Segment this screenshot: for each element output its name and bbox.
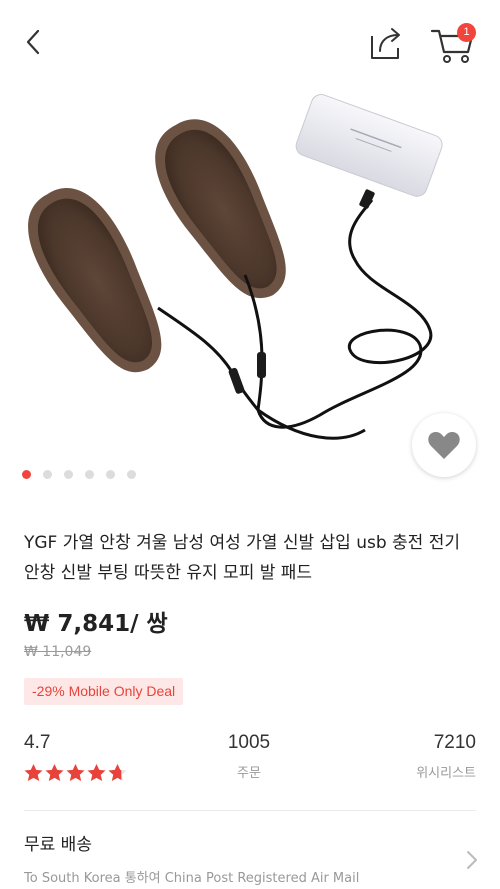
- star-half-icon: [108, 764, 127, 782]
- star-icon: [24, 764, 43, 782]
- shipping-detail: To South Korea 통하여 China Post Registered…: [24, 871, 360, 886]
- pagination-dot-5[interactable]: [106, 470, 115, 479]
- rating-section[interactable]: 4.7: [24, 732, 127, 782]
- product-title: YGF 가열 안창 겨울 남성 여성 가열 신발 삽입 usb 충전 전기 안창…: [24, 533, 460, 583]
- deal-badge: -29% Mobile Only Deal: [24, 678, 184, 705]
- rating-value: 4.7: [24, 732, 51, 753]
- wishlist-button[interactable]: [412, 413, 476, 477]
- wishlist-label: 위시리스트: [416, 766, 476, 781]
- divider: [24, 810, 476, 811]
- shipping-title: 무료 배송: [24, 835, 92, 855]
- top-bar: 1: [0, 0, 500, 86]
- orders-label: 주문: [237, 766, 261, 781]
- product-price: ₩ 7,841/ 쌍: [24, 611, 168, 637]
- pagination-dot-1[interactable]: [22, 470, 31, 479]
- pagination-dot-3[interactable]: [64, 470, 73, 479]
- back-button[interactable]: [20, 26, 50, 58]
- pagination-dot-4[interactable]: [85, 470, 94, 479]
- heart-icon: [428, 432, 460, 459]
- pagination-dot-2[interactable]: [43, 470, 52, 479]
- chevron-right-icon: [467, 851, 477, 869]
- share-button[interactable]: [368, 24, 406, 62]
- product-stats: 4.7 1005 주문 7210 위시리스트: [24, 732, 476, 792]
- cart-count-badge: 1: [457, 23, 476, 42]
- wishlist-section[interactable]: 7210 위시리스트: [416, 732, 476, 781]
- orders-count: 1005: [227, 732, 271, 753]
- star-icon: [87, 764, 106, 782]
- pagination-dot-6[interactable]: [127, 470, 136, 479]
- star-icon: [45, 764, 64, 782]
- original-price: ₩ 11,049: [24, 644, 92, 660]
- shipping-row[interactable]: 무료 배송 To South Korea 통하여 China Post Regi…: [24, 830, 477, 889]
- wishlist-count: 7210: [433, 732, 476, 753]
- chevron-left-icon: [26, 29, 40, 55]
- orders-section[interactable]: 1005 주문: [214, 732, 284, 781]
- share-icon: [371, 28, 400, 59]
- gallery-pagination: [22, 470, 136, 480]
- star-icon: [66, 764, 85, 782]
- rating-stars: [24, 764, 127, 782]
